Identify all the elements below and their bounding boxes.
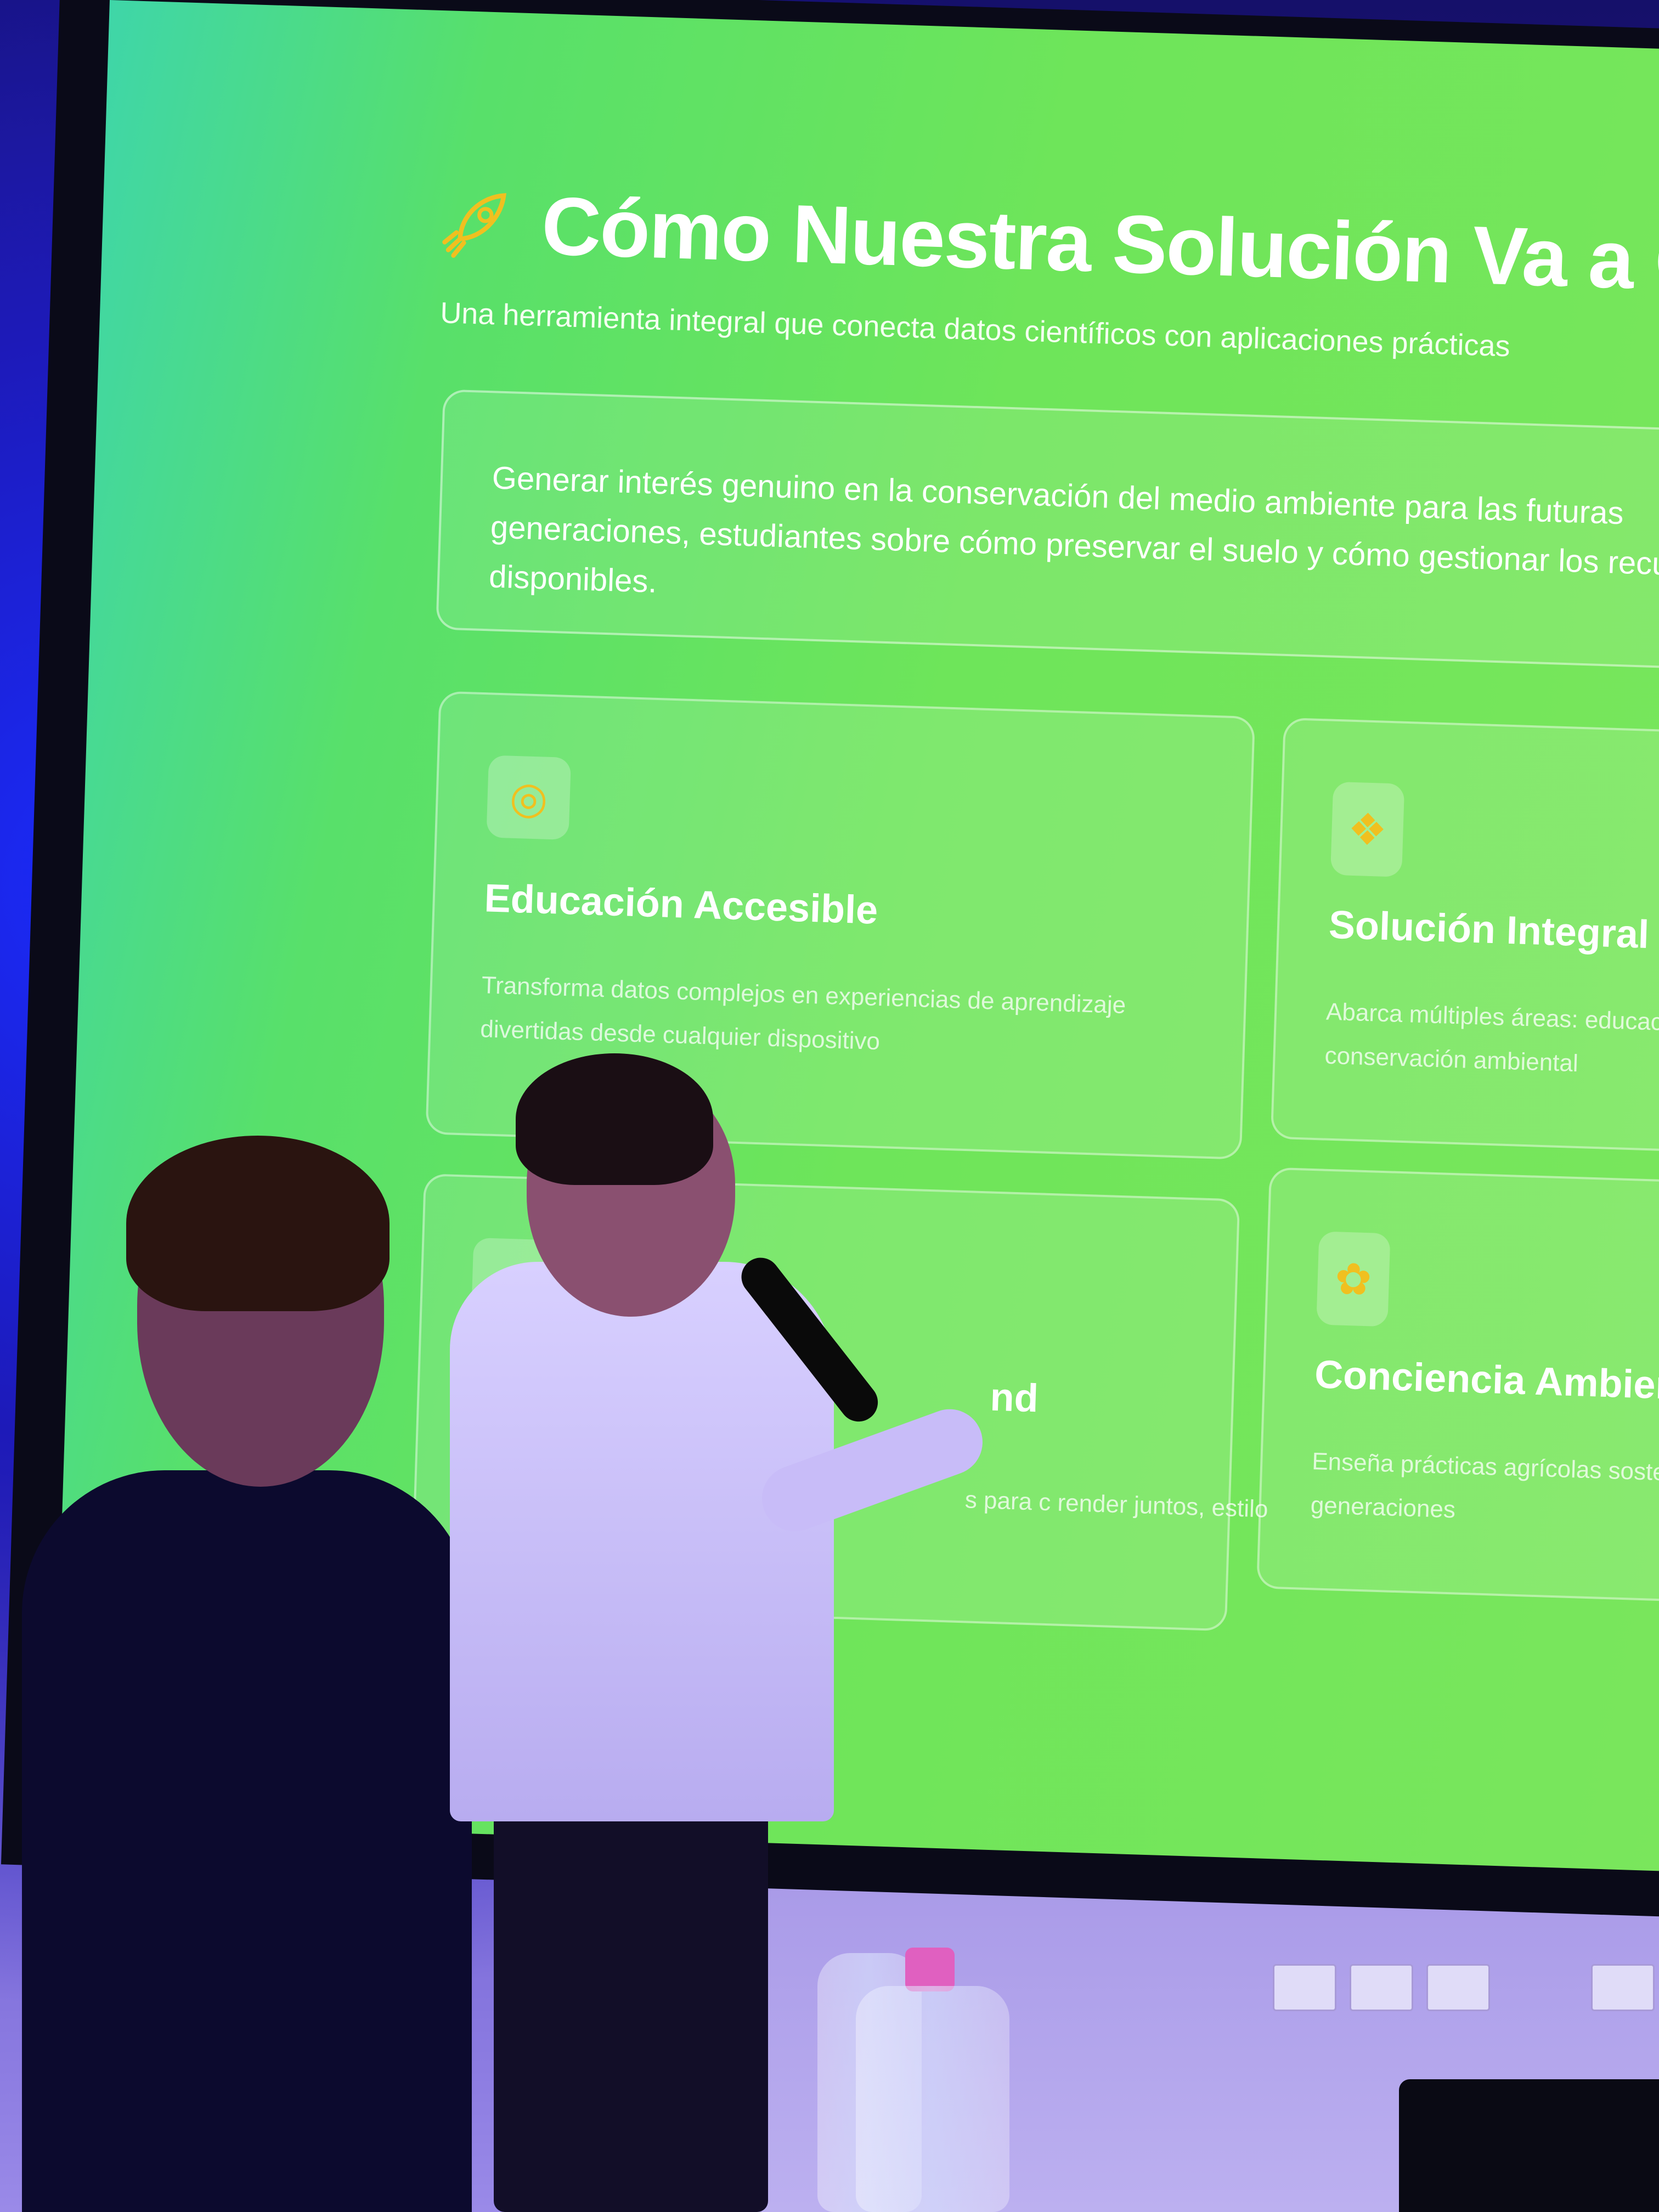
laptop bbox=[1399, 2079, 1659, 2212]
slide-subtitle: Una herramienta integral que conecta dat… bbox=[439, 296, 1511, 363]
card-title: Conciencia Ambienta bbox=[1314, 1352, 1659, 1409]
wall-outlet bbox=[1591, 1964, 1655, 2011]
globe-icon: ◎ bbox=[486, 755, 572, 840]
puzzle-icon: ❖ bbox=[1330, 781, 1405, 877]
feature-card: ❖ Solución Integral Abarca múltiples áre… bbox=[1270, 717, 1659, 1156]
card-title: nd bbox=[989, 1375, 1039, 1421]
card-description: Abarca múltiples áreas: educación conser… bbox=[1324, 998, 1659, 1077]
sprout-icon: ✿ bbox=[1316, 1231, 1391, 1327]
presenter-right-pants bbox=[494, 1788, 768, 2212]
slide-header: Cómo Nuestra Solución Va a Cambiar bbox=[436, 175, 1659, 318]
wall-outlet bbox=[1350, 1964, 1413, 2011]
presenter-right-hair bbox=[516, 1053, 713, 1185]
presenter-left-body bbox=[22, 1470, 472, 2212]
card-title: Educación Accesible bbox=[483, 876, 879, 933]
goal-box: Generar interés genuino en la conservaci… bbox=[436, 389, 1659, 673]
wall-outlet bbox=[1273, 1964, 1336, 2011]
feature-card: ✿ Conciencia Ambienta Enseña prácticas a… bbox=[1256, 1167, 1659, 1606]
goal-text: Generar interés genuino en la conservaci… bbox=[488, 460, 1659, 600]
card-title: Solución Integral bbox=[1328, 902, 1650, 957]
presenter-right-shirt bbox=[450, 1262, 834, 1821]
bottle-cap bbox=[905, 1948, 955, 1991]
card-description: Enseña prácticas agrícolas soste futuras… bbox=[1310, 1448, 1659, 1523]
water-bottle bbox=[856, 1986, 1009, 2212]
wall-outlet bbox=[1426, 1964, 1490, 2011]
presenter-left-hair bbox=[126, 1136, 390, 1311]
rocket-icon bbox=[442, 193, 507, 258]
slide-title: Cómo Nuestra Solución Va a Cambiar bbox=[540, 179, 1659, 317]
